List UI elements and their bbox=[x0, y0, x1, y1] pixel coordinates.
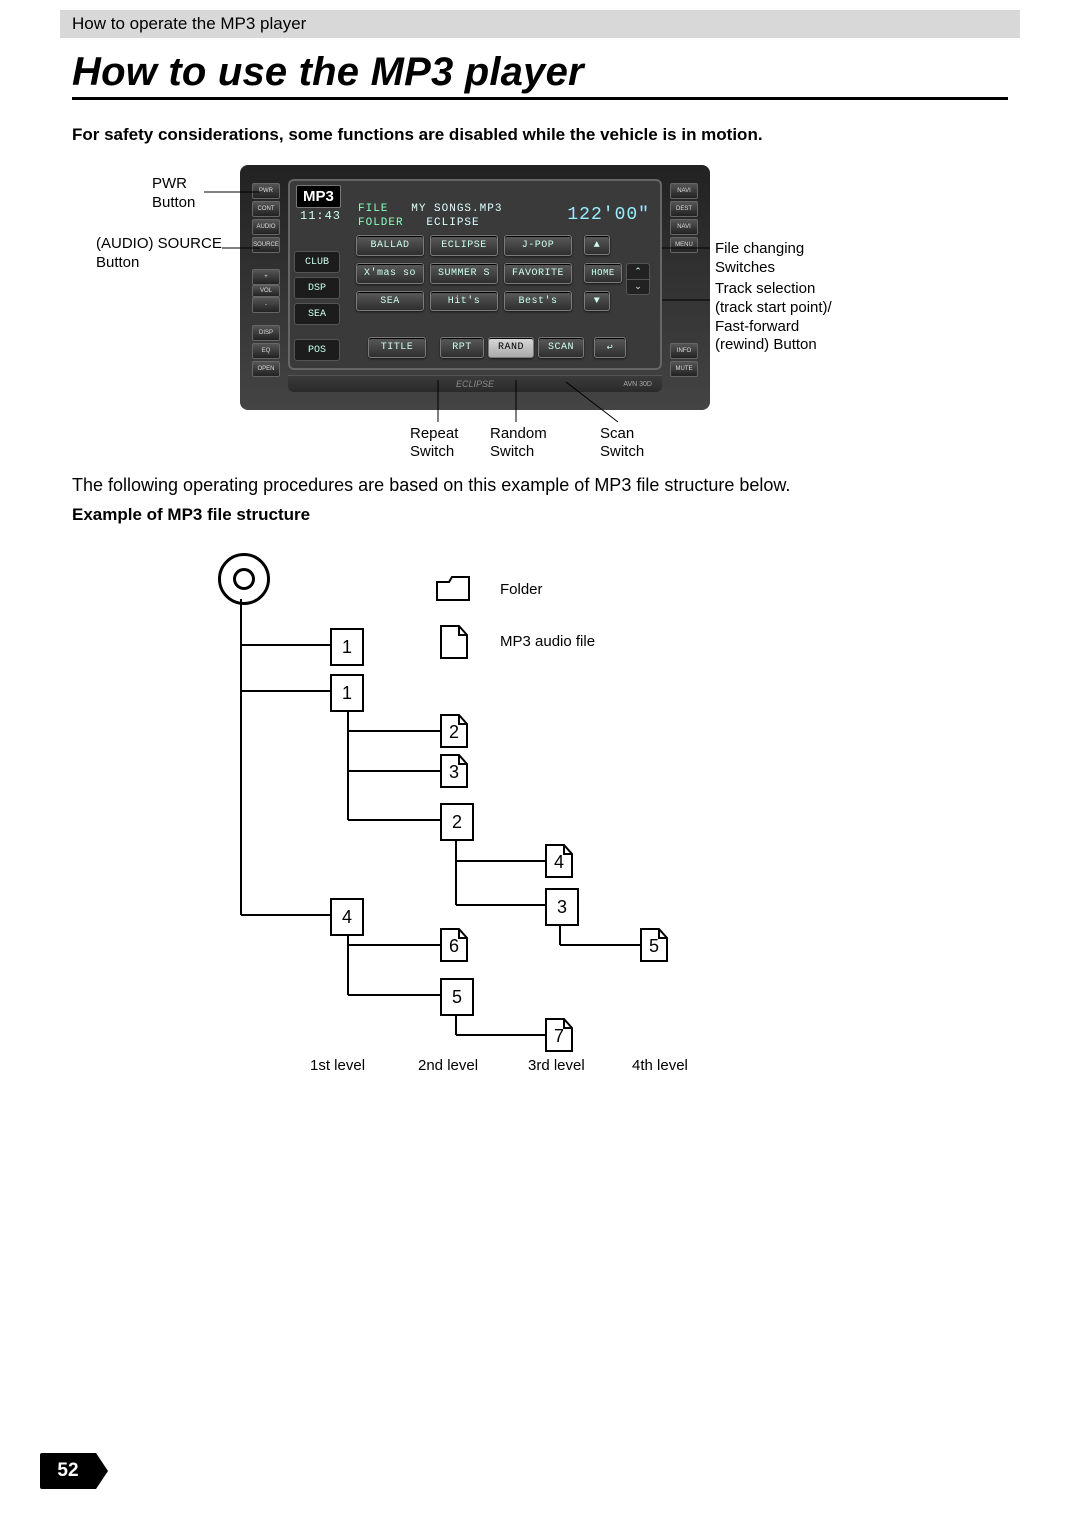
title-switch[interactable]: TITLE bbox=[368, 337, 426, 358]
preset-bests[interactable]: Best's bbox=[504, 291, 572, 311]
hw-eq-button[interactable]: EQ bbox=[252, 343, 280, 359]
folder-label: FOLDER bbox=[358, 217, 404, 229]
hw-cont-button[interactable]: CONT bbox=[252, 201, 280, 217]
hw-audio-button[interactable]: AUDIO bbox=[252, 219, 280, 235]
preset-jpop[interactable]: J-POP bbox=[504, 235, 572, 256]
folder-node-3: 3 bbox=[545, 888, 579, 926]
cat-pos[interactable]: POS bbox=[294, 339, 340, 361]
track-time: 122'00" bbox=[567, 205, 650, 225]
section-header-text: How to operate the MP3 player bbox=[72, 14, 306, 34]
preset-ballad[interactable]: BALLAD bbox=[356, 235, 424, 256]
cat-dsp[interactable]: DSP bbox=[294, 277, 340, 299]
return-switch[interactable]: ↩ bbox=[594, 337, 626, 358]
hw-mute-button[interactable]: MUTE bbox=[670, 361, 698, 377]
cat-club[interactable]: CLUB bbox=[294, 251, 340, 273]
hw-navi-button[interactable]: NAVI bbox=[670, 183, 698, 199]
mode-badge: MP3 bbox=[296, 185, 341, 208]
preset-hits[interactable]: Hit's bbox=[430, 291, 498, 311]
random-switch[interactable]: RAND bbox=[488, 337, 534, 358]
file-down-switch[interactable]: ▼ bbox=[584, 291, 610, 311]
folder-node-1b: 1 bbox=[330, 674, 364, 712]
track-selection-pad[interactable]: ⌃ ⌄ bbox=[626, 263, 650, 295]
page-title-block: How to use the MP3 player bbox=[72, 50, 1008, 100]
callout-audio-source: (AUDIO) SOURCE Button bbox=[96, 235, 222, 273]
safety-note: For safety considerations, some function… bbox=[72, 125, 1008, 145]
level-1-label: 1st level bbox=[310, 1057, 365, 1074]
folder-node-5: 5 bbox=[440, 978, 474, 1016]
repeat-switch[interactable]: RPT bbox=[440, 337, 484, 358]
preset-summer[interactable]: SUMMER S bbox=[430, 263, 498, 284]
level-4-label: 4th level bbox=[632, 1057, 688, 1074]
file-row: FILE MY SONGS.MP3 bbox=[358, 203, 502, 215]
callout-track-selection: Track selection (track start point)/ Fas… bbox=[715, 280, 832, 355]
callout-scan: Scan Switch bbox=[600, 425, 644, 461]
scan-switch[interactable]: SCAN bbox=[538, 337, 584, 358]
file-node-7: 7 bbox=[545, 1018, 573, 1052]
brand-name: ECLIPSE bbox=[456, 379, 494, 389]
hw-info-button[interactable]: INFO bbox=[670, 343, 698, 359]
clock-readout: 11:43 bbox=[300, 209, 341, 223]
hw-vol-label: VOL bbox=[252, 285, 280, 297]
page-title: How to use the MP3 player bbox=[72, 50, 1008, 95]
hw-navi2-button[interactable]: NAVI bbox=[670, 219, 698, 235]
file-node-3: 3 bbox=[440, 754, 468, 788]
folder-node-4: 4 bbox=[330, 898, 364, 936]
file-node-4: 4 bbox=[545, 844, 573, 878]
preset-sea[interactable]: SEA bbox=[356, 291, 424, 311]
folder-node-2: 2 bbox=[440, 803, 474, 841]
track-up-icon: ⌃ bbox=[627, 264, 649, 280]
level-2-label: 2nd level bbox=[418, 1057, 478, 1074]
preset-xmas[interactable]: X'mas so bbox=[356, 263, 424, 284]
legend-file-text: MP3 audio file bbox=[500, 633, 595, 650]
hw-menu-button[interactable]: MENU bbox=[670, 237, 698, 253]
callout-repeat: Repeat Switch bbox=[410, 425, 458, 461]
disc-root-icon bbox=[218, 553, 270, 605]
legend-file-icon bbox=[440, 625, 468, 659]
legend-folder-text: Folder bbox=[500, 581, 543, 598]
hw-vol-up-button[interactable]: + bbox=[252, 269, 280, 285]
device-screen: MP3 11:43 FILE MY SONGS.MP3 FOLDER ECLIP… bbox=[288, 179, 662, 370]
legend-folder-icon bbox=[436, 575, 470, 601]
cat-sea[interactable]: SEA bbox=[294, 303, 340, 325]
page-number-badge: 52 bbox=[40, 1453, 96, 1489]
track-down-icon: ⌄ bbox=[627, 280, 649, 295]
hw-open-button[interactable]: OPEN bbox=[252, 361, 280, 377]
preset-eclipse[interactable]: ECLIPSE bbox=[430, 235, 498, 256]
callout-pwr: PWR Button bbox=[152, 175, 195, 213]
intro-paragraph: The following operating procedures are b… bbox=[72, 475, 1008, 496]
level-3-label: 3rd level bbox=[528, 1057, 585, 1074]
file-node-6: 6 bbox=[440, 928, 468, 962]
preset-favorite[interactable]: FAVORITE bbox=[504, 263, 572, 284]
callout-file-changing: File changing Switches bbox=[715, 240, 804, 278]
file-label: FILE bbox=[358, 203, 388, 215]
folder-node-1a: 1 bbox=[330, 628, 364, 666]
hw-disp-button[interactable]: DISP bbox=[252, 325, 280, 341]
folder-name: ECLIPSE bbox=[426, 217, 479, 229]
hw-vol-down-button[interactable]: - bbox=[252, 297, 280, 313]
model-name: AVN 30D bbox=[623, 381, 652, 388]
file-node-5: 5 bbox=[640, 928, 668, 962]
device-illustration: PWR CONT AUDIO SOURCE + VOL - DISP EQ OP… bbox=[240, 165, 710, 410]
file-name: MY SONGS.MP3 bbox=[411, 203, 502, 215]
folder-row: FOLDER ECLIPSE bbox=[358, 217, 480, 229]
home-switch[interactable]: HOME bbox=[584, 263, 622, 283]
file-up-switch[interactable]: ▲ bbox=[584, 235, 610, 255]
example-subheading: Example of MP3 file structure bbox=[72, 505, 310, 525]
hw-source-button[interactable]: SOURCE bbox=[252, 237, 280, 253]
file-structure-diagram: Folder MP3 audio file bbox=[200, 545, 760, 1075]
section-header: How to operate the MP3 player bbox=[60, 10, 1020, 38]
tree-lines bbox=[200, 545, 760, 1075]
callout-random: Random Switch bbox=[490, 425, 547, 461]
file-node-2: 2 bbox=[440, 714, 468, 748]
brand-strip: ECLIPSE AVN 30D bbox=[288, 375, 662, 392]
hw-dest-button[interactable]: DEST bbox=[670, 201, 698, 217]
hw-pwr-button[interactable]: PWR bbox=[252, 183, 280, 199]
page-number: 52 bbox=[57, 1460, 78, 1482]
